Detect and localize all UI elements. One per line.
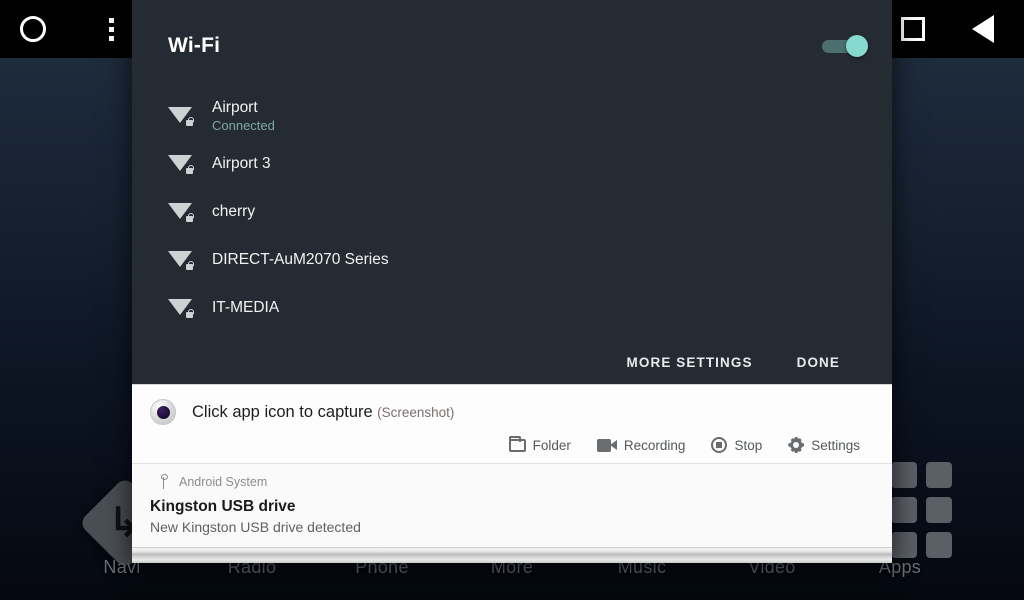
- settings-action-button[interactable]: Settings: [788, 437, 860, 453]
- apps-grid-icon[interactable]: [891, 462, 952, 558]
- wifi-action-row: MORE SETTINGS DONE: [150, 332, 874, 384]
- usb-notification-app-name: Android System: [179, 474, 268, 489]
- capture-notification-text: Click app icon to capture (Screenshot): [192, 403, 454, 422]
- wifi-signal-icon-wrap: [168, 203, 212, 222]
- capture-notification-title: Click app icon to capture: [192, 402, 373, 421]
- wifi-network-row[interactable]: Airport 3: [150, 140, 874, 188]
- wifi-network-name: Airport 3: [212, 155, 271, 173]
- wifi-network-meta: cherry: [212, 202, 255, 221]
- wifi-toggle-switch[interactable]: [822, 35, 868, 57]
- recording-action-label: Recording: [623, 437, 686, 453]
- settings-action-label: Settings: [811, 437, 860, 453]
- stop-action-label: Stop: [734, 437, 763, 453]
- home-button[interactable]: [0, 0, 66, 58]
- square-recents-icon: [901, 17, 925, 41]
- wifi-signal-lock-icon: [168, 107, 194, 126]
- folder-action-button[interactable]: Folder: [508, 435, 571, 453]
- usb-notification[interactable]: Android System Kingston USB drive New Ki…: [132, 463, 892, 547]
- usb-notification-title: Kingston USB drive: [150, 498, 296, 515]
- shade-drag-handle[interactable]: [132, 547, 892, 563]
- video-camera-icon: [596, 438, 617, 452]
- wifi-network-name: cherry: [212, 203, 256, 221]
- capture-notification-header: Click app icon to capture (Screenshot): [150, 399, 874, 425]
- overflow-menu-button[interactable]: [88, 0, 134, 58]
- wifi-toggle-thumb: [846, 35, 868, 57]
- wifi-network-name: IT-MEDIA: [212, 299, 280, 317]
- capture-notification-subtitle: (Screenshot): [377, 404, 455, 420]
- wifi-network-row[interactable]: IT-MEDIA: [150, 284, 874, 332]
- gear-icon: [788, 437, 804, 453]
- wifi-network-status: Connected: [212, 117, 275, 133]
- page-title: Wi-Fi: [168, 34, 221, 57]
- capture-notification[interactable]: Click app icon to capture (Screenshot) F…: [132, 384, 892, 463]
- more-settings-button[interactable]: MORE SETTINGS: [627, 355, 753, 370]
- wifi-network-meta: Airport Connected: [212, 98, 275, 135]
- stop-action-button[interactable]: Stop: [711, 437, 762, 453]
- wifi-network-name: DIRECT-AuM2070 Series: [212, 251, 389, 269]
- notification-shade: Wi-Fi Airport Connected Airport 3 cherry…: [132, 0, 892, 563]
- wifi-network-row[interactable]: Airport Connected: [150, 92, 874, 140]
- wifi-network-meta: DIRECT-AuM2070 Series: [212, 250, 389, 269]
- usb-notification-app-row: Android System: [150, 474, 874, 489]
- usb-icon: [158, 474, 169, 489]
- wifi-signal-lock-icon: [168, 155, 194, 174]
- wifi-network-row[interactable]: DIRECT-AuM2070 Series: [150, 236, 874, 284]
- wifi-network-row[interactable]: cherry: [150, 188, 874, 236]
- wifi-signal-icon-wrap: [168, 251, 212, 270]
- wifi-signal-lock-icon: [168, 203, 194, 222]
- wifi-signal-icon-wrap: [168, 155, 212, 174]
- done-button[interactable]: DONE: [797, 355, 840, 370]
- folder-icon: [508, 435, 526, 452]
- wifi-network-meta: Airport 3: [212, 154, 271, 173]
- home-circle-icon: [20, 16, 46, 42]
- screenshot-record-icon[interactable]: [150, 399, 176, 425]
- wifi-signal-icon-wrap: [168, 107, 212, 126]
- usb-notification-body: New Kingston USB drive detected: [150, 519, 361, 535]
- capture-action-row: Folder Recording Stop Settings: [150, 435, 874, 453]
- recording-action-button[interactable]: Recording: [596, 437, 686, 453]
- wifi-network-name: Airport: [212, 98, 258, 116]
- back-button[interactable]: [950, 0, 1016, 58]
- wifi-signal-lock-icon: [168, 251, 194, 270]
- wifi-signal-lock-icon: [168, 299, 194, 318]
- folder-action-label: Folder: [532, 437, 571, 453]
- wifi-header: Wi-Fi: [150, 0, 874, 92]
- stop-circle-icon: [711, 437, 728, 453]
- wifi-network-meta: IT-MEDIA: [212, 298, 279, 317]
- back-triangle-icon: [972, 15, 994, 43]
- wifi-signal-icon-wrap: [168, 299, 212, 318]
- overflow-menu-icon: [108, 17, 114, 41]
- wifi-quick-settings-panel: Wi-Fi Airport Connected Airport 3 cherry…: [132, 0, 892, 384]
